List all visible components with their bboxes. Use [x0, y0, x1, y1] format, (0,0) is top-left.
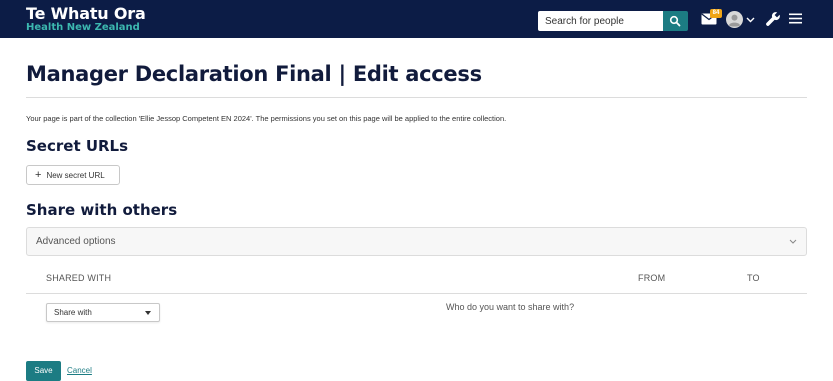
search-button[interactable]	[663, 11, 688, 31]
new-secret-url-button[interactable]: + New secret URL	[26, 165, 120, 185]
cancel-link[interactable]: Cancel	[67, 366, 92, 375]
share-hint-text: Who do you want to share with?	[446, 302, 575, 312]
page-title: Manager Declaration Final | Edit access	[26, 62, 482, 86]
notification-badge[interactable]: 84	[710, 9, 722, 18]
share-with-others-heading: Share with others	[26, 201, 178, 219]
chevron-down-icon[interactable]	[746, 17, 755, 23]
share-with-select-value: Share with	[54, 308, 92, 317]
table-header-divider	[26, 293, 807, 294]
wrench-icon[interactable]	[765, 11, 781, 27]
advanced-options-label: Advanced options	[36, 236, 116, 247]
menu-icon[interactable]	[789, 13, 802, 24]
search-input[interactable]	[538, 11, 663, 31]
new-secret-url-label: New secret URL	[46, 170, 105, 180]
column-header-from: FROM	[638, 273, 666, 283]
advanced-options-toggle[interactable]: Advanced options	[26, 227, 807, 256]
save-button[interactable]: Save	[26, 361, 61, 381]
column-header-shared-with: SHARED WITH	[46, 273, 112, 283]
caret-down-icon	[145, 311, 151, 315]
chevron-down-icon	[789, 239, 797, 244]
search-icon	[669, 15, 681, 27]
share-with-select[interactable]: Share with	[46, 303, 160, 322]
plus-icon: +	[35, 168, 42, 181]
title-divider	[26, 97, 807, 98]
column-header-to: TO	[747, 273, 760, 283]
brand-logo-subtitle[interactable]: Health New Zealand	[26, 22, 140, 33]
avatar-icon[interactable]	[726, 11, 743, 28]
top-navbar: Te Whatu Ora Health New Zealand 84	[0, 0, 833, 38]
secret-urls-heading: Secret URLs	[26, 137, 129, 155]
brand-logo-title[interactable]: Te Whatu Ora	[26, 4, 146, 23]
collection-notice: Your page is part of the collection 'Ell…	[26, 114, 507, 123]
